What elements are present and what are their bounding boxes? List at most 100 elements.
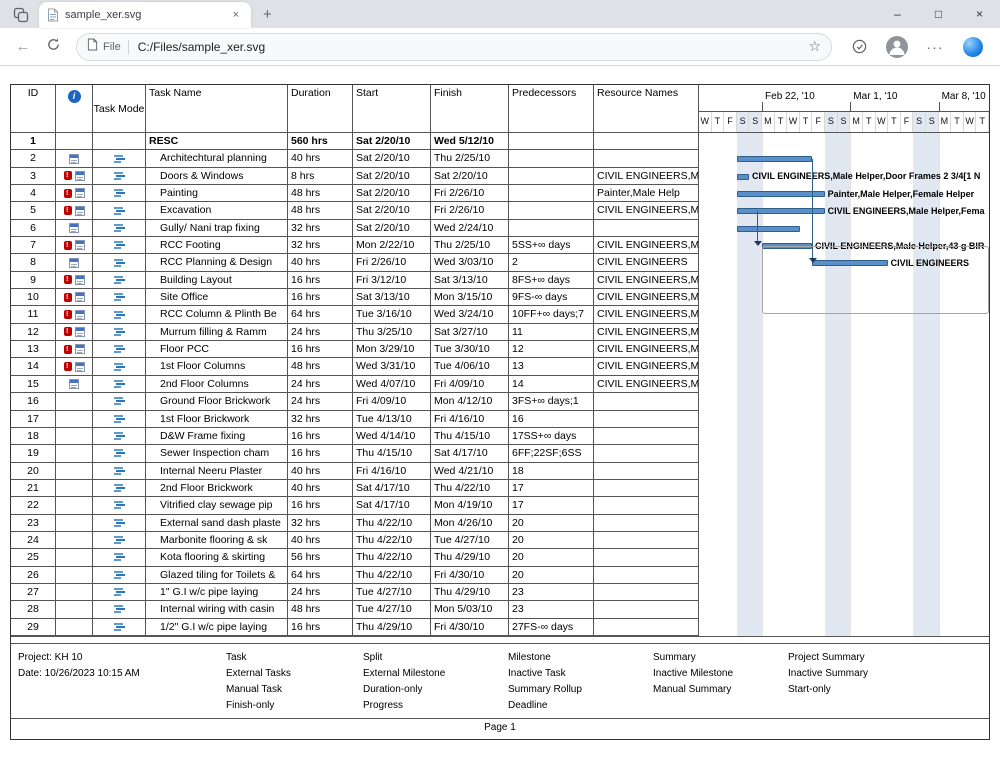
task-mode-icon [114,327,125,337]
favorite-star-icon[interactable]: ☆ [808,38,821,55]
task-row: 6Gully/ Nani trap fixing32 hrsSat 2/20/1… [11,220,699,237]
task-row: 18D&W Frame fixing16 hrsWed 4/14/10Thu 4… [11,428,699,445]
cell-predecessors [509,133,594,149]
cell-resources [594,549,699,565]
week-label: Mar 1, '10 [853,91,897,102]
cell-id: 25 [11,549,56,565]
cell-duration: 40 hrs [288,463,353,479]
cell-indicators [56,411,93,427]
header-resource-names: Resource Names [594,85,699,132]
cell-predecessors: 8FS+∞ days [509,272,594,288]
refresh-button[interactable] [38,37,68,56]
profile-avatar[interactable] [878,36,916,58]
legend-item: Progress [363,698,445,714]
cell-start: Sat 2/20/10 [353,133,431,149]
cell-task-name: Murrum filling & Ramm [146,324,288,340]
cell-start: Fri 3/12/10 [353,272,431,288]
task-row: 19Sewer Inspection cham16 hrsThu 4/15/10… [11,445,699,462]
cell-finish: Mon 4/26/10 [431,515,509,531]
copilot-button[interactable] [954,37,992,57]
overallocation-warning-icon [64,275,72,284]
cell-task-mode [93,463,146,479]
week-tick [762,102,763,111]
cell-duration: 16 hrs [288,619,353,635]
cell-indicators [56,601,93,617]
svg-file-icon [47,8,59,22]
task-row: 10Site Office16 hrsSat 3/13/10Mon 3/15/1… [11,289,699,306]
cell-id: 12 [11,324,56,340]
cell-finish: Fri 4/30/10 [431,567,509,583]
cell-task-name: Kota flooring & skirting [146,549,288,565]
dependency-lines [762,246,989,314]
cell-predecessors: 2 [509,254,594,270]
browser-essentials-icon[interactable] [840,38,878,55]
window-maximize-button[interactable]: □ [918,0,959,28]
cell-task-name: Doors & Windows [146,168,288,184]
gantt-body: CIVIL ENGINEERS,Male Helper,Door Frames … [699,133,989,636]
cell-predecessors: 27FS-∞ days [509,619,594,635]
address-toolbar: ← File C:/Files/sample_xer.svg ☆ ··· [0,28,1000,66]
cell-indicators [56,480,93,496]
tab-close-icon[interactable]: × [229,8,243,22]
cell-duration: 16 hrs [288,289,353,305]
cell-finish: Mon 4/19/10 [431,497,509,513]
cell-resources: CIVIL ENGINEERS,M [594,358,699,374]
calendar-icon [69,154,79,164]
url-text: C:/Files/sample_xer.svg [138,40,803,54]
cell-id: 17 [11,411,56,427]
task-mode-icon [114,310,125,320]
calendar-icon [75,206,85,216]
timescale-day: F [724,112,737,132]
window-minimize-button[interactable]: – [877,0,918,28]
cell-resources: CIVIL ENGINEERS,M [594,376,699,392]
cell-id: 7 [11,237,56,253]
cell-task-name: 1st Floor Brickwork [146,411,288,427]
cell-start: Sat 2/20/10 [353,220,431,236]
header-indicators [56,85,93,132]
cell-finish: Tue 4/06/10 [431,358,509,374]
cell-start: Thu 4/22/10 [353,567,431,583]
cell-id: 29 [11,619,56,635]
task-mode-icon [114,240,125,250]
cell-predecessors: 16 [509,411,594,427]
cell-task-mode [93,341,146,357]
cell-resources [594,584,699,600]
cell-duration: 8 hrs [288,168,353,184]
task-row: 8RCC Planning & Design40 hrsFri 2/26/10W… [11,254,699,271]
header-id: ID [11,85,56,132]
timescale-day: S [825,112,838,132]
cell-task-name: Site Office [146,289,288,305]
window-close-button[interactable]: × [959,0,1000,28]
cell-resources: CIVIL ENGINEERS,M [594,341,699,357]
legend-item: Inactive Summary [788,666,868,682]
back-button[interactable]: ← [8,38,38,55]
cell-start: Wed 3/31/10 [353,358,431,374]
calendar-icon [69,379,79,389]
page-footer: Project: KH 10 Date: 10/26/2023 10:15 AM… [11,643,989,738]
cell-id: 23 [11,515,56,531]
settings-menu-button[interactable]: ··· [916,39,954,55]
cell-task-mode [93,237,146,253]
cell-task-mode [93,532,146,548]
cell-resources [594,411,699,427]
header-finish: Finish [431,85,509,132]
cell-start: Thu 3/25/10 [353,324,431,340]
cell-resources: CIVIL ENGINEERS,M [594,289,699,305]
cell-id: 6 [11,220,56,236]
task-mode-icon [114,344,125,354]
cell-start: Thu 4/29/10 [353,619,431,635]
cell-task-mode [93,411,146,427]
legend-column: MilestoneInactive TaskSummary RollupDead… [508,650,582,714]
cell-task-name: Vitrified clay sewage pip [146,497,288,513]
browser-tab[interactable]: sample_xer.svg × [39,2,251,28]
cell-resources [594,497,699,513]
new-tab-button[interactable]: + [263,6,272,23]
cell-task-name: External sand dash plaste [146,515,288,531]
tab-actions-icon[interactable] [13,7,29,23]
cell-finish: Wed 4/21/10 [431,463,509,479]
cell-task-name: Excavation [146,202,288,218]
task-row: 16Ground Floor Brickwork24 hrsFri 4/09/1… [11,393,699,410]
cell-task-mode [93,324,146,340]
task-mode-icon [114,448,125,458]
address-bar[interactable]: File C:/Files/sample_xer.svg ☆ [76,33,832,61]
